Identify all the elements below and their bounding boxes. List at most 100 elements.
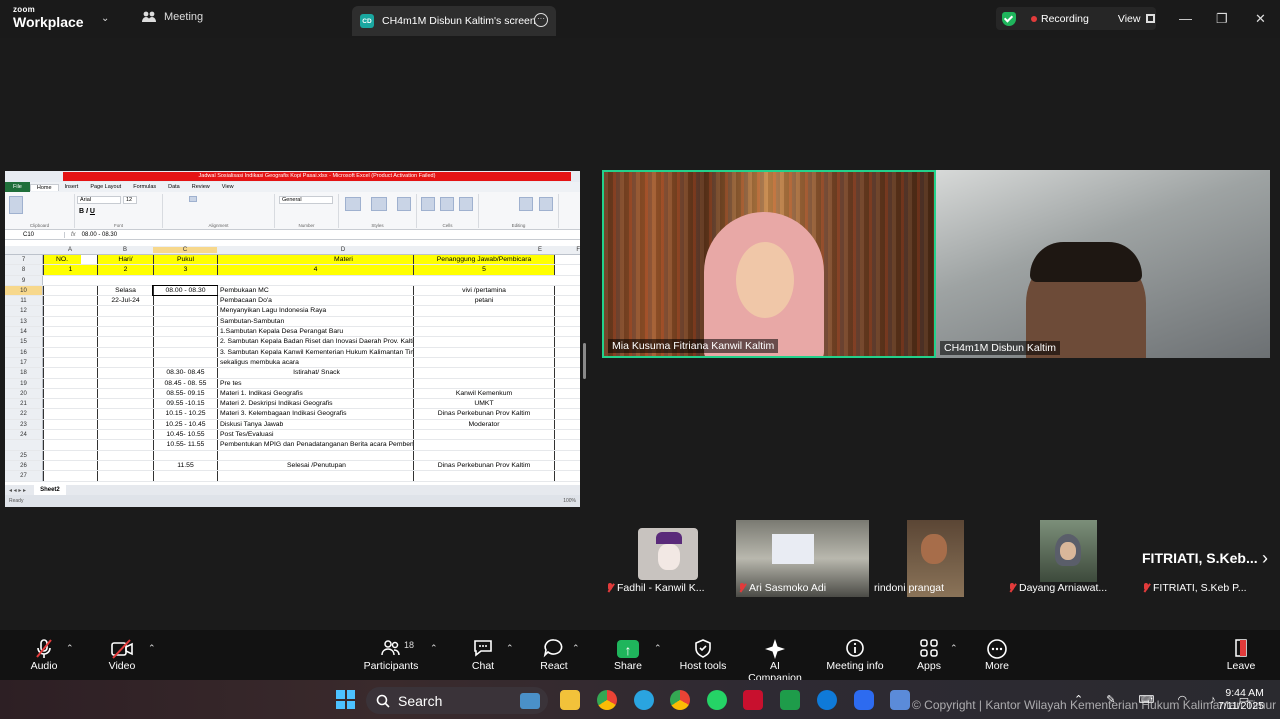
cell[interactable] — [43, 347, 97, 357]
strip-tile[interactable]: Dayang Arniawat... — [1006, 520, 1134, 597]
cell[interactable] — [153, 337, 217, 347]
sheet-nav-icon[interactable]: ◂ ◂ ▸ ▸ — [9, 487, 26, 494]
cell[interactable] — [97, 378, 153, 388]
spreadsheet-app-icon[interactable] — [780, 690, 800, 710]
ribbon-tab[interactable]: Insert — [59, 184, 85, 190]
cell[interactable]: sekaligus membuka acara — [217, 357, 413, 368]
cell[interactable] — [153, 306, 217, 316]
format-icon[interactable] — [459, 197, 473, 211]
cell[interactable]: petani — [413, 296, 555, 306]
cell[interactable] — [413, 430, 555, 440]
cell[interactable]: 3. Sambutan Kepala Kanwil Kementerian Hu… — [217, 347, 413, 357]
cell[interactable]: Post Tes/Evaluasi — [217, 430, 413, 440]
cell[interactable]: Moderator — [413, 419, 555, 430]
zoom-app-icon[interactable] — [854, 690, 874, 710]
delete-icon[interactable] — [440, 197, 454, 211]
cell[interactable]: 10.45- 10.55 — [153, 430, 217, 440]
cell[interactable] — [97, 440, 153, 450]
cell[interactable] — [43, 440, 97, 450]
cell[interactable] — [97, 388, 153, 399]
cell[interactable]: Hari/ — [97, 255, 153, 265]
video-options-caret-icon[interactable]: ⌃ — [148, 643, 156, 654]
ribbon-tab[interactable]: Formulas — [127, 184, 162, 190]
cell[interactable]: Pembacaan Do'a — [217, 296, 413, 306]
cell[interactable] — [97, 430, 153, 440]
cell[interactable] — [153, 471, 217, 481]
column-header[interactable]: A — [43, 247, 97, 253]
cell[interactable]: Diskusi Tanya Jawab — [217, 419, 413, 430]
cell[interactable]: 08.00 - 08.30 — [152, 284, 218, 297]
cell[interactable] — [43, 296, 97, 306]
cell[interactable] — [43, 430, 97, 440]
taskbar-search[interactable]: Search — [366, 687, 548, 714]
number-format-select[interactable]: General — [279, 196, 333, 204]
cell[interactable] — [217, 450, 413, 460]
host-tools-button[interactable]: Host tools — [678, 638, 728, 672]
cell[interactable]: 22-Jul-24 — [97, 296, 153, 306]
cell[interactable] — [153, 296, 217, 306]
cell[interactable]: 09.55 -10.15 — [153, 399, 217, 409]
more-options-icon[interactable]: ··· — [534, 13, 548, 27]
cell[interactable] — [413, 471, 555, 481]
cell[interactable] — [43, 450, 97, 460]
chrome-icon[interactable] — [597, 690, 617, 710]
formula-input[interactable]: 08.00 - 08.30 — [82, 232, 117, 238]
more-button[interactable]: More — [982, 638, 1012, 672]
minimize-button[interactable]: — — [1179, 11, 1192, 26]
cell[interactable] — [43, 285, 97, 296]
leave-button[interactable]: Leave — [1224, 638, 1258, 672]
cell[interactable]: Selesai /Penutupan — [217, 460, 413, 471]
column-header[interactable]: C — [153, 247, 217, 253]
spreadsheet-grid[interactable]: A B C D E F 7 NO. Hari/ Pukul Materi Pen… — [5, 246, 580, 482]
chat-button[interactable]: Chat — [466, 638, 500, 672]
cell[interactable] — [43, 357, 97, 368]
paste-icon[interactable] — [9, 196, 23, 214]
restore-button[interactable]: ❐ — [1216, 11, 1228, 27]
cell[interactable]: Penanggung Jawab/Pembicara — [413, 255, 555, 265]
cell[interactable] — [97, 460, 153, 471]
cell[interactable]: UMKT — [413, 399, 555, 409]
edge-icon[interactable] — [817, 690, 837, 710]
cell[interactable] — [153, 327, 217, 337]
chat-caret-icon[interactable]: ⌃ — [506, 643, 514, 654]
cell[interactable] — [97, 399, 153, 409]
cell[interactable] — [413, 327, 555, 337]
cell[interactable]: Pembukaan MC — [217, 285, 413, 296]
cell[interactable]: 3 — [153, 265, 217, 275]
share-button[interactable]: Share — [612, 638, 644, 672]
notepad-icon[interactable] — [890, 690, 910, 710]
windows-start-icon[interactable] — [336, 690, 355, 709]
cell[interactable] — [97, 347, 153, 357]
cell[interactable] — [43, 399, 97, 409]
font-size-select[interactable]: 12 — [123, 196, 137, 204]
cell[interactable]: Istirahat/ Snack — [217, 368, 413, 378]
view-button[interactable]: View — [1118, 13, 1156, 25]
cell[interactable]: 11.55 — [153, 460, 217, 471]
cell[interactable] — [43, 460, 97, 471]
cell[interactable] — [413, 337, 555, 347]
sheet-tab[interactable]: Sheet2 — [34, 485, 66, 495]
cell[interactable] — [43, 316, 97, 327]
cell[interactable]: 08.45 - 08. 55 — [153, 378, 217, 388]
cell[interactable] — [413, 368, 555, 378]
cell[interactable] — [413, 378, 555, 388]
cell[interactable] — [43, 409, 97, 419]
chrome-profile-icon[interactable] — [670, 690, 690, 710]
format-table-icon[interactable] — [371, 197, 387, 211]
cell[interactable] — [97, 357, 153, 368]
cell[interactable] — [43, 368, 97, 378]
cell[interactable]: Dinas Perkebunan Prov Kaltim — [413, 460, 555, 471]
cell[interactable] — [43, 337, 97, 347]
cell[interactable]: 10.55- 11.55 — [153, 440, 217, 450]
cell[interactable]: 1 — [43, 265, 97, 275]
share-caret-icon[interactable]: ⌃ — [654, 643, 662, 654]
ribbon-tab[interactable]: Review — [186, 184, 216, 190]
file-explorer-icon[interactable] — [560, 690, 580, 710]
cell[interactable]: 08.30- 08.45 — [153, 368, 217, 378]
cell[interactable] — [217, 471, 413, 481]
cell[interactable]: 08.55- 09.15 — [153, 388, 217, 399]
audio-button[interactable]: Audio — [28, 638, 60, 672]
cell[interactable] — [153, 357, 217, 368]
cell[interactable] — [97, 327, 153, 337]
close-button[interactable]: ✕ — [1255, 11, 1266, 27]
